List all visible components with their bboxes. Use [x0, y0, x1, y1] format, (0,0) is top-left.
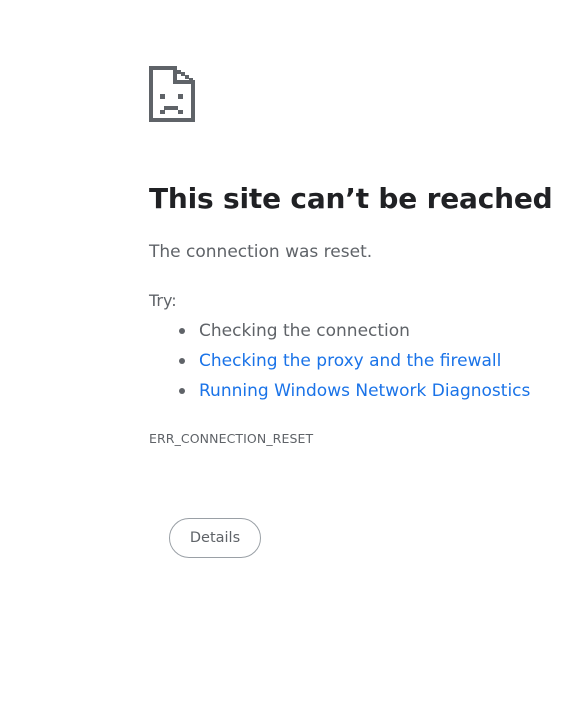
bullet-icon [179, 358, 185, 364]
sad-page-icon [149, 66, 195, 122]
check-proxy-firewall-link[interactable]: Checking the proxy and the firewall [199, 351, 501, 371]
suggestion-text: Checking the connection [199, 321, 410, 341]
suggestion-network-diagnostics: Running Windows Network Diagnostics [149, 379, 530, 409]
details-button[interactable]: Details [169, 518, 261, 558]
try-label: Try: [149, 291, 177, 310]
suggestions-list: Checking the connection Checking the pro… [149, 319, 530, 409]
suggestion-check-proxy-firewall: Checking the proxy and the firewall [149, 349, 530, 379]
error-code: ERR_CONNECTION_RESET [149, 431, 314, 446]
page-title: This site can’t be reached [149, 182, 553, 215]
error-page: This site can’t be reached The connectio… [149, 66, 569, 558]
network-diagnostics-link[interactable]: Running Windows Network Diagnostics [199, 381, 530, 401]
bullet-icon [179, 328, 185, 334]
suggestion-check-connection: Checking the connection [149, 319, 530, 349]
bullet-icon [179, 388, 185, 394]
error-message: The connection was reset. [149, 242, 373, 262]
